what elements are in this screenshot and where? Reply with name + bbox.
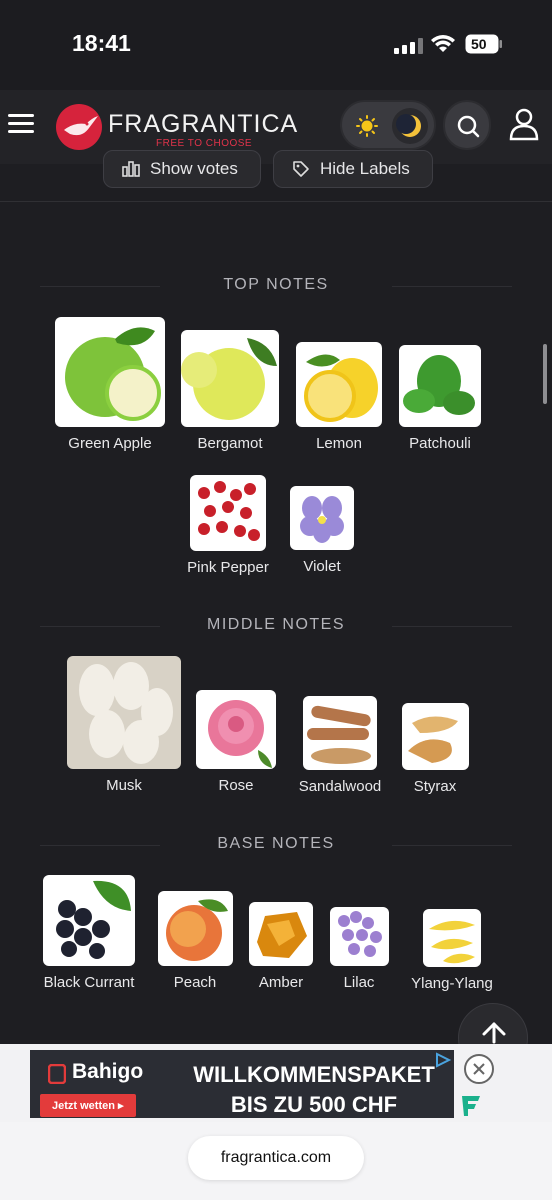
top-notes-title: TOP NOTES [0, 276, 552, 294]
note-black-currant[interactable]: Black Currant [34, 875, 144, 991]
ad-headline-line1: WILLKOMMENSPAKET [193, 1062, 435, 1087]
note-label: Bergamot [197, 435, 263, 452]
hummingbird-icon [56, 104, 102, 150]
sandalwood-image [303, 696, 377, 770]
ad-network-logo-icon[interactable] [458, 1092, 484, 1118]
note-label: Sandalwood [298, 778, 382, 795]
note-lilac[interactable]: Lilac [327, 907, 391, 991]
fragrantica-logo[interactable]: FRAGRANTICA FREE TO CHOOSE [56, 102, 306, 152]
peach-image [157, 891, 233, 966]
lemon-image [296, 342, 382, 427]
note-green-apple[interactable]: Green Apple [54, 317, 166, 452]
note-musk[interactable]: Musk [66, 656, 182, 794]
green-apple-image [55, 317, 165, 427]
middle-notes-title: MIDDLE NOTES [0, 616, 552, 634]
bar-chart-icon [122, 161, 140, 177]
note-amber[interactable]: Amber [246, 902, 316, 991]
menu-icon[interactable] [8, 114, 34, 136]
wifi-icon [431, 35, 455, 52]
vote-toolbar: Show votes Hide Labels [0, 150, 552, 202]
note-patchouli[interactable]: Patchouli [396, 345, 484, 452]
note-label: Lemon [316, 435, 362, 452]
status-bar: 18:41 50 [0, 0, 552, 90]
pink-pepper-image [190, 475, 266, 551]
ad-cta-button[interactable]: Jetzt wetten ▸ [40, 1094, 136, 1117]
lilac-image [329, 907, 389, 966]
note-bergamot[interactable]: Bergamot [178, 330, 282, 452]
note-styrax[interactable]: Styrax [400, 703, 470, 795]
note-lemon[interactable]: Lemon [293, 342, 385, 452]
note-label: Rose [218, 777, 254, 794]
note-sandalwood[interactable]: Sandalwood [292, 696, 388, 795]
note-label: Lilac [343, 974, 375, 991]
note-label: Pink Pepper [187, 559, 269, 576]
search-icon [457, 115, 480, 138]
bahigo-logo-icon [48, 1064, 66, 1084]
ad-headline: WILLKOMMENSPAKET BIS ZU 500 CHF [178, 1060, 450, 1118]
arrow-up-icon [482, 1022, 506, 1044]
logo-tagline: FREE TO CHOOSE [156, 138, 253, 149]
logo-text: FRAGRANTICA [108, 110, 299, 138]
note-label: Peach [173, 974, 217, 991]
hide-labels-label: Hide Labels [320, 159, 410, 178]
browser-bottom-bar: fragrantica.com [0, 1122, 552, 1200]
user-icon[interactable] [506, 106, 542, 142]
bergamot-image [181, 330, 279, 427]
note-rose[interactable]: Rose [194, 690, 278, 794]
battery-level: 50 [471, 36, 487, 52]
note-label: Green Apple [68, 435, 152, 452]
note-label: Patchouli [409, 435, 471, 452]
ylang-ylang-image [423, 909, 481, 967]
black-currant-image [43, 875, 135, 966]
hide-labels-button[interactable]: Hide Labels [273, 150, 433, 188]
base-notes-title: BASE NOTES [0, 835, 552, 853]
url-bar[interactable]: fragrantica.com [188, 1136, 364, 1180]
note-violet[interactable]: Violet [283, 486, 361, 575]
moon-icon [392, 108, 428, 144]
rose-image [196, 690, 276, 769]
note-label: Black Currant [43, 974, 135, 991]
sun-icon [356, 115, 378, 137]
search-button[interactable] [443, 100, 491, 150]
ad-choices-icon[interactable] [434, 1052, 452, 1068]
note-label: Styrax [413, 778, 457, 795]
ad-headline-line2: BIS ZU 500 CHF [230, 1092, 398, 1117]
note-label: Musk [106, 777, 142, 794]
styrax-image [401, 703, 469, 770]
amber-image [249, 902, 313, 966]
musk-image [67, 656, 181, 769]
ad-brand: Bahigo [72, 1060, 144, 1083]
ad-cta-label: Jetzt wetten [52, 1100, 115, 1112]
show-votes-label: Show votes [150, 159, 238, 178]
note-label: Violet [303, 558, 341, 575]
close-icon [473, 1063, 485, 1075]
ad-banner[interactable]: Bahigo Jetzt wetten ▸ WILLKOMMENSPAKET B… [30, 1050, 454, 1118]
patchouli-image [399, 345, 481, 427]
battery-icon: 50 [465, 34, 503, 54]
violet-image [290, 486, 354, 550]
note-peach[interactable]: Peach [156, 891, 234, 991]
ad-close-button[interactable] [464, 1054, 494, 1084]
ad-banner-area: Bahigo Jetzt wetten ▸ WILLKOMMENSPAKET B… [0, 1044, 552, 1122]
note-label: Ylang-Ylang [411, 975, 493, 992]
note-ylang-ylang[interactable]: Ylang-Ylang [404, 909, 500, 992]
cellular-signal-icon [394, 38, 424, 54]
status-time: 18:41 [72, 30, 131, 56]
note-pink-pepper[interactable]: Pink Pepper [178, 475, 278, 576]
theme-toggle[interactable] [340, 100, 436, 150]
note-label: Amber [258, 974, 304, 991]
show-votes-button[interactable]: Show votes [103, 150, 261, 188]
scrollbar-thumb[interactable] [543, 344, 547, 404]
tag-icon [293, 161, 309, 177]
